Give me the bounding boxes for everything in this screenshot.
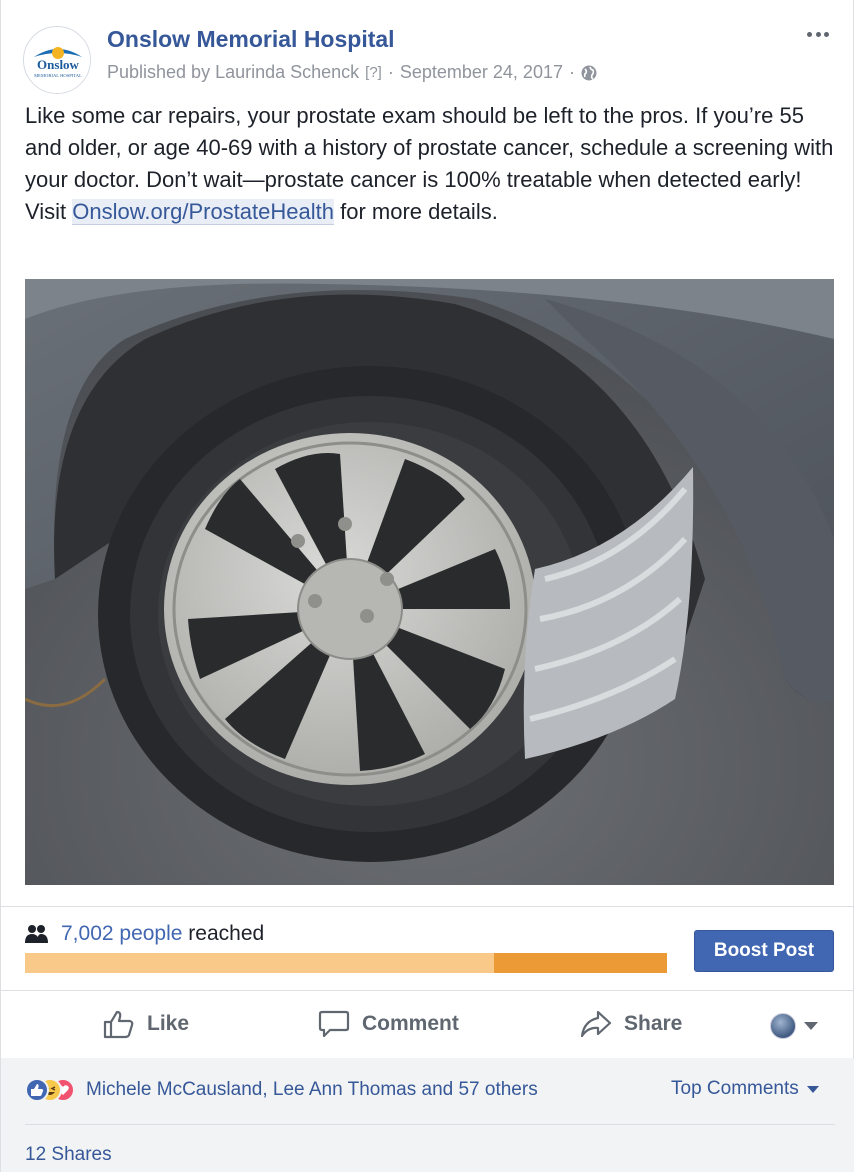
chevron-down-icon xyxy=(804,1022,818,1030)
boost-post-button[interactable]: Boost Post xyxy=(694,930,834,972)
reach-bar xyxy=(25,953,667,973)
post-date[interactable]: September 24, 2017 xyxy=(400,62,563,83)
meta-separator: · xyxy=(387,62,394,82)
help-marker[interactable]: [?] xyxy=(365,64,382,81)
post-photo[interactable] xyxy=(25,279,834,885)
like-label: Like xyxy=(147,1012,190,1035)
comment-bubble-icon xyxy=(318,1010,350,1038)
reactions-names[interactable]: Michele McCausland, Lee Ann Thomas and 5… xyxy=(86,1079,538,1101)
action-bar: Like Comment Share xyxy=(1,993,854,1057)
meta-separator: · xyxy=(568,62,575,82)
user-avatar xyxy=(770,1013,796,1039)
published-by[interactable]: Published by Laurinda Schenck xyxy=(107,62,359,83)
reaction-icons xyxy=(25,1078,75,1102)
comment-label: Comment xyxy=(362,1012,459,1035)
dot-icon xyxy=(807,31,812,37)
top-comments-dropdown[interactable]: Top Comments xyxy=(671,1078,819,1100)
onslow-logo: Onslow MEMORIAL HOSPITAL xyxy=(25,28,90,93)
post-link[interactable]: Onslow.org/ProstateHealth xyxy=(72,199,334,225)
thumbs-up-icon xyxy=(103,1010,134,1039)
reach-summary: 7,002 people reached xyxy=(25,922,264,946)
dot-icon xyxy=(824,31,829,37)
reach-count-link[interactable]: 7,002 people xyxy=(61,922,182,945)
reactions-summary[interactable]: Michele McCausland, Lee Ann Thomas and 5… xyxy=(25,1078,538,1102)
post-header: Onslow MEMORIAL HOSPITAL Onslow Memorial… xyxy=(23,22,833,94)
like-button[interactable]: Like xyxy=(103,1009,189,1039)
share-button[interactable]: Share xyxy=(580,1009,682,1039)
post-message: Like some car repairs, your prostate exa… xyxy=(25,100,837,228)
page-name-link[interactable]: Onslow Memorial Hospital xyxy=(107,26,395,53)
post-text-tail: for more details. xyxy=(333,199,498,224)
logo-subtext: MEMORIAL HOSPITAL xyxy=(34,73,82,78)
dot-icon xyxy=(815,31,821,37)
chevron-down-icon xyxy=(806,1085,819,1093)
post-as-selector[interactable] xyxy=(770,1013,818,1039)
reactions-section: Michele McCausland, Lee Ann Thomas and 5… xyxy=(1,1058,854,1172)
like-reaction-icon xyxy=(25,1078,49,1102)
reach-suffix: reached xyxy=(188,922,265,945)
top-comments-label: Top Comments xyxy=(671,1078,799,1099)
facebook-post: Onslow MEMORIAL HOSPITAL Onslow Memorial… xyxy=(0,0,854,1172)
logo-text: Onslow xyxy=(37,57,80,72)
section-divider xyxy=(25,1124,835,1125)
post-meta: Published by Laurinda Schenck [?] · Sept… xyxy=(107,62,597,83)
globe-icon[interactable] xyxy=(581,65,597,81)
reach-bar-paid xyxy=(493,953,667,973)
shares-count-link[interactable]: 12 Shares xyxy=(25,1144,112,1166)
comment-button[interactable]: Comment xyxy=(318,1009,459,1039)
people-icon xyxy=(25,925,48,943)
car-tire-photo xyxy=(25,279,834,885)
section-divider xyxy=(1,990,854,991)
more-options-button[interactable] xyxy=(803,22,833,46)
section-divider xyxy=(1,906,854,907)
share-label: Share xyxy=(624,1012,683,1035)
page-avatar[interactable]: Onslow MEMORIAL HOSPITAL xyxy=(23,26,91,94)
share-arrow-icon xyxy=(580,1010,612,1038)
